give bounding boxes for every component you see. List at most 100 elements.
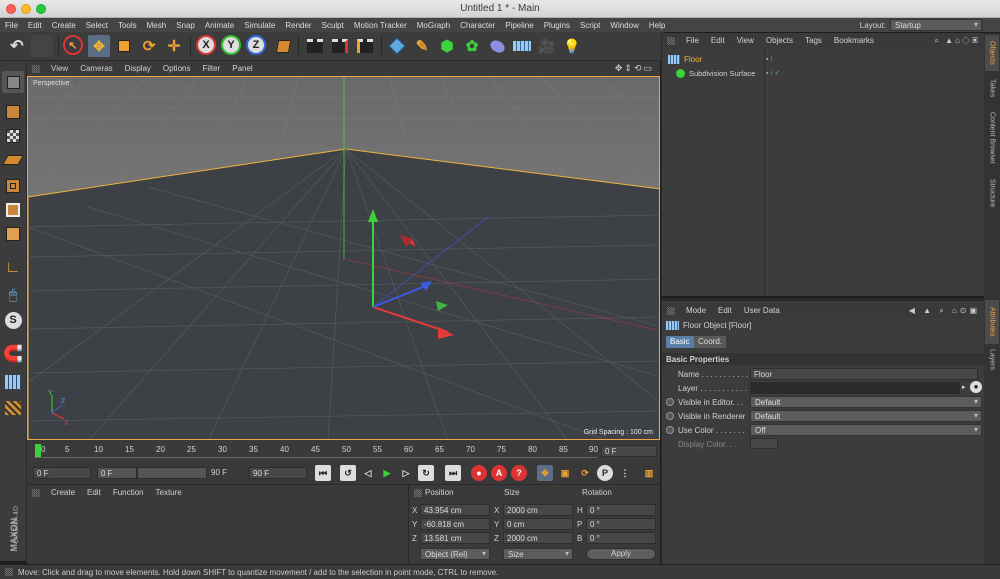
record-pla-icon[interactable]: ⋮ (617, 465, 633, 481)
layer-arrow-icon[interactable]: ▸ (962, 383, 966, 391)
model-mode-icon[interactable] (2, 101, 24, 123)
cloner-icon[interactable]: ✿ (461, 35, 483, 57)
viewport-menu-view[interactable]: View (45, 64, 74, 73)
attribute-menu-edit[interactable]: Edit (712, 306, 738, 315)
floor-visibility-toggles[interactable]: ▪ ⁝ (766, 55, 773, 63)
previous-key-icon[interactable]: ↺ (340, 465, 356, 481)
go-to-start-icon[interactable]: ⏮ (315, 465, 331, 481)
floor-icon[interactable] (511, 35, 533, 57)
undo-icon[interactable]: ↶ (6, 35, 28, 57)
edges-mode-icon[interactable] (2, 199, 24, 221)
menu-sculpt[interactable]: Sculpt (317, 21, 349, 30)
visible-renderer-dropdown[interactable]: Default (750, 410, 982, 422)
keyframe-selection-icon[interactable]: ? (511, 465, 527, 481)
x-axis-lock-icon[interactable]: X (196, 35, 216, 55)
axis-mode-icon[interactable]: ∟ (2, 257, 24, 279)
range-start-field[interactable]: 0 F (97, 467, 137, 479)
viewport-grip-icon[interactable] (32, 64, 40, 73)
cube-object-icon[interactable] (386, 35, 408, 57)
coordinate-system-icon[interactable] (272, 35, 294, 57)
menu-animate[interactable]: Animate (200, 21, 239, 30)
menu-tools[interactable]: Tools (113, 21, 142, 30)
perspective-viewport[interactable]: Y X Z Perspective Grid Spacing : 100 cm (27, 76, 660, 440)
coordinate-grip-icon[interactable] (414, 488, 422, 497)
material-menu-edit[interactable]: Edit (81, 488, 107, 497)
use-color-dropdown[interactable]: Off (750, 424, 982, 436)
play-forward-icon[interactable]: ▶ (379, 465, 395, 481)
attribute-menu-mode[interactable]: Mode (680, 306, 712, 315)
next-key-icon[interactable]: ↻ (418, 465, 434, 481)
deformer-icon[interactable] (486, 35, 508, 57)
menu-help[interactable]: Help (644, 21, 670, 30)
menu-script[interactable]: Script (575, 21, 605, 30)
subdivision-surface-icon[interactable]: ⬢ (436, 35, 458, 57)
apply-button[interactable]: Apply (586, 548, 656, 560)
attr-layer-field[interactable] (750, 382, 960, 394)
side-tab-structure[interactable]: Structure (985, 173, 999, 213)
viewport-menu-panel[interactable]: Panel (226, 64, 258, 73)
y-axis-lock-icon[interactable]: Y (221, 35, 241, 55)
object-menu-tags[interactable]: Tags (799, 36, 828, 45)
menu-create[interactable]: Create (47, 21, 81, 30)
use-color-animate-icon[interactable] (666, 426, 674, 434)
side-tab-content-browser[interactable]: Content Browser (985, 105, 999, 171)
tab-coord[interactable]: Coord. (694, 336, 727, 348)
position-x-field[interactable]: 43.954 cm (420, 504, 490, 516)
object-grip-icon[interactable] (667, 36, 675, 45)
size-z-field[interactable]: 2000 cm (503, 532, 573, 544)
size-mode-dropdown[interactable]: Size (503, 548, 573, 560)
layout-dropdown[interactable]: Startup (890, 19, 982, 31)
viewport-menu-display[interactable]: Display (119, 64, 157, 73)
record-scale-icon[interactable]: ▣ (557, 465, 573, 481)
points-mode-icon[interactable] (2, 175, 24, 197)
texture-mode-icon[interactable] (2, 125, 24, 147)
coordinate-mode-dropdown[interactable]: Object (Rel) (420, 548, 490, 560)
material-grip-icon[interactable] (32, 488, 40, 497)
snapping-icon[interactable]: S (2, 309, 24, 331)
side-tab-layers[interactable]: Layers (985, 346, 999, 374)
workplane-mode-icon[interactable] (2, 149, 24, 171)
viewport-menu-cameras[interactable]: Cameras (74, 64, 118, 73)
attribute-nav-icons[interactable]: ◀ ▲ ⌕ ⌂⊙▣ (909, 306, 980, 316)
menu-motion-tracker[interactable]: Motion Tracker (349, 21, 412, 30)
menu-mesh[interactable]: Mesh (142, 21, 172, 30)
viewport-menu-options[interactable]: Options (157, 64, 197, 73)
attribute-menu-user-data[interactable]: User Data (738, 306, 786, 315)
next-frame-icon[interactable]: ▷ (398, 465, 414, 481)
render-settings-icon[interactable] (354, 35, 376, 57)
workplane-grid-icon[interactable] (2, 371, 24, 393)
attribute-grip-icon[interactable] (667, 306, 675, 315)
viewport-menu-filter[interactable]: Filter (196, 64, 226, 73)
record-rotation-icon[interactable]: ⟳ (577, 465, 593, 481)
end-frame-field[interactable]: 90 F (249, 467, 307, 479)
menu-file[interactable]: File (0, 21, 23, 30)
pen-spline-icon[interactable]: ✎ (411, 35, 433, 57)
menu-render[interactable]: Render (280, 21, 316, 30)
object-row-subdivision-surface[interactable]: Subdivision Surface (676, 67, 764, 80)
tab-basic[interactable]: Basic (666, 336, 694, 348)
record-parameter-icon[interactable]: P (597, 465, 613, 481)
magnet-icon[interactable]: 🧲 (2, 343, 24, 365)
object-menu-view[interactable]: View (731, 36, 760, 45)
menu-plugins[interactable]: Plugins (539, 21, 575, 30)
rotate-tool-icon[interactable]: ⟳ (138, 35, 160, 57)
object-menu-edit[interactable]: Edit (705, 36, 731, 45)
side-tab-objects[interactable]: Objects (985, 35, 999, 71)
rotation-p-field[interactable]: 0 ° (586, 518, 656, 530)
layer-browse-icon[interactable]: ● (970, 381, 982, 393)
camera-icon[interactable]: 🎥 (536, 35, 558, 57)
menu-select[interactable]: Select (81, 21, 113, 30)
visible-editor-dropdown[interactable]: Default (750, 396, 982, 408)
timeline-layout-icon[interactable]: ▥ (641, 465, 657, 481)
object-search-icons[interactable]: ⌕ ▲⌂◇▣ (934, 36, 980, 46)
object-row-floor[interactable]: Floor (668, 53, 764, 66)
object-menu-bookmarks[interactable]: Bookmarks (828, 36, 880, 45)
object-menu-objects[interactable]: Objects (760, 36, 799, 45)
size-x-field[interactable]: 2000 cm (503, 504, 573, 516)
viewport-navigation-icons[interactable]: ✥⇕⟲▭ (615, 63, 654, 74)
menu-character[interactable]: Character (455, 21, 500, 30)
subdivision-toggles[interactable]: ▪ ⁝ ✓ (766, 69, 780, 77)
z-axis-lock-icon[interactable]: Z (246, 35, 266, 55)
position-y-field[interactable]: -60.818 cm (420, 518, 490, 530)
menu-edit[interactable]: Edit (23, 21, 47, 30)
